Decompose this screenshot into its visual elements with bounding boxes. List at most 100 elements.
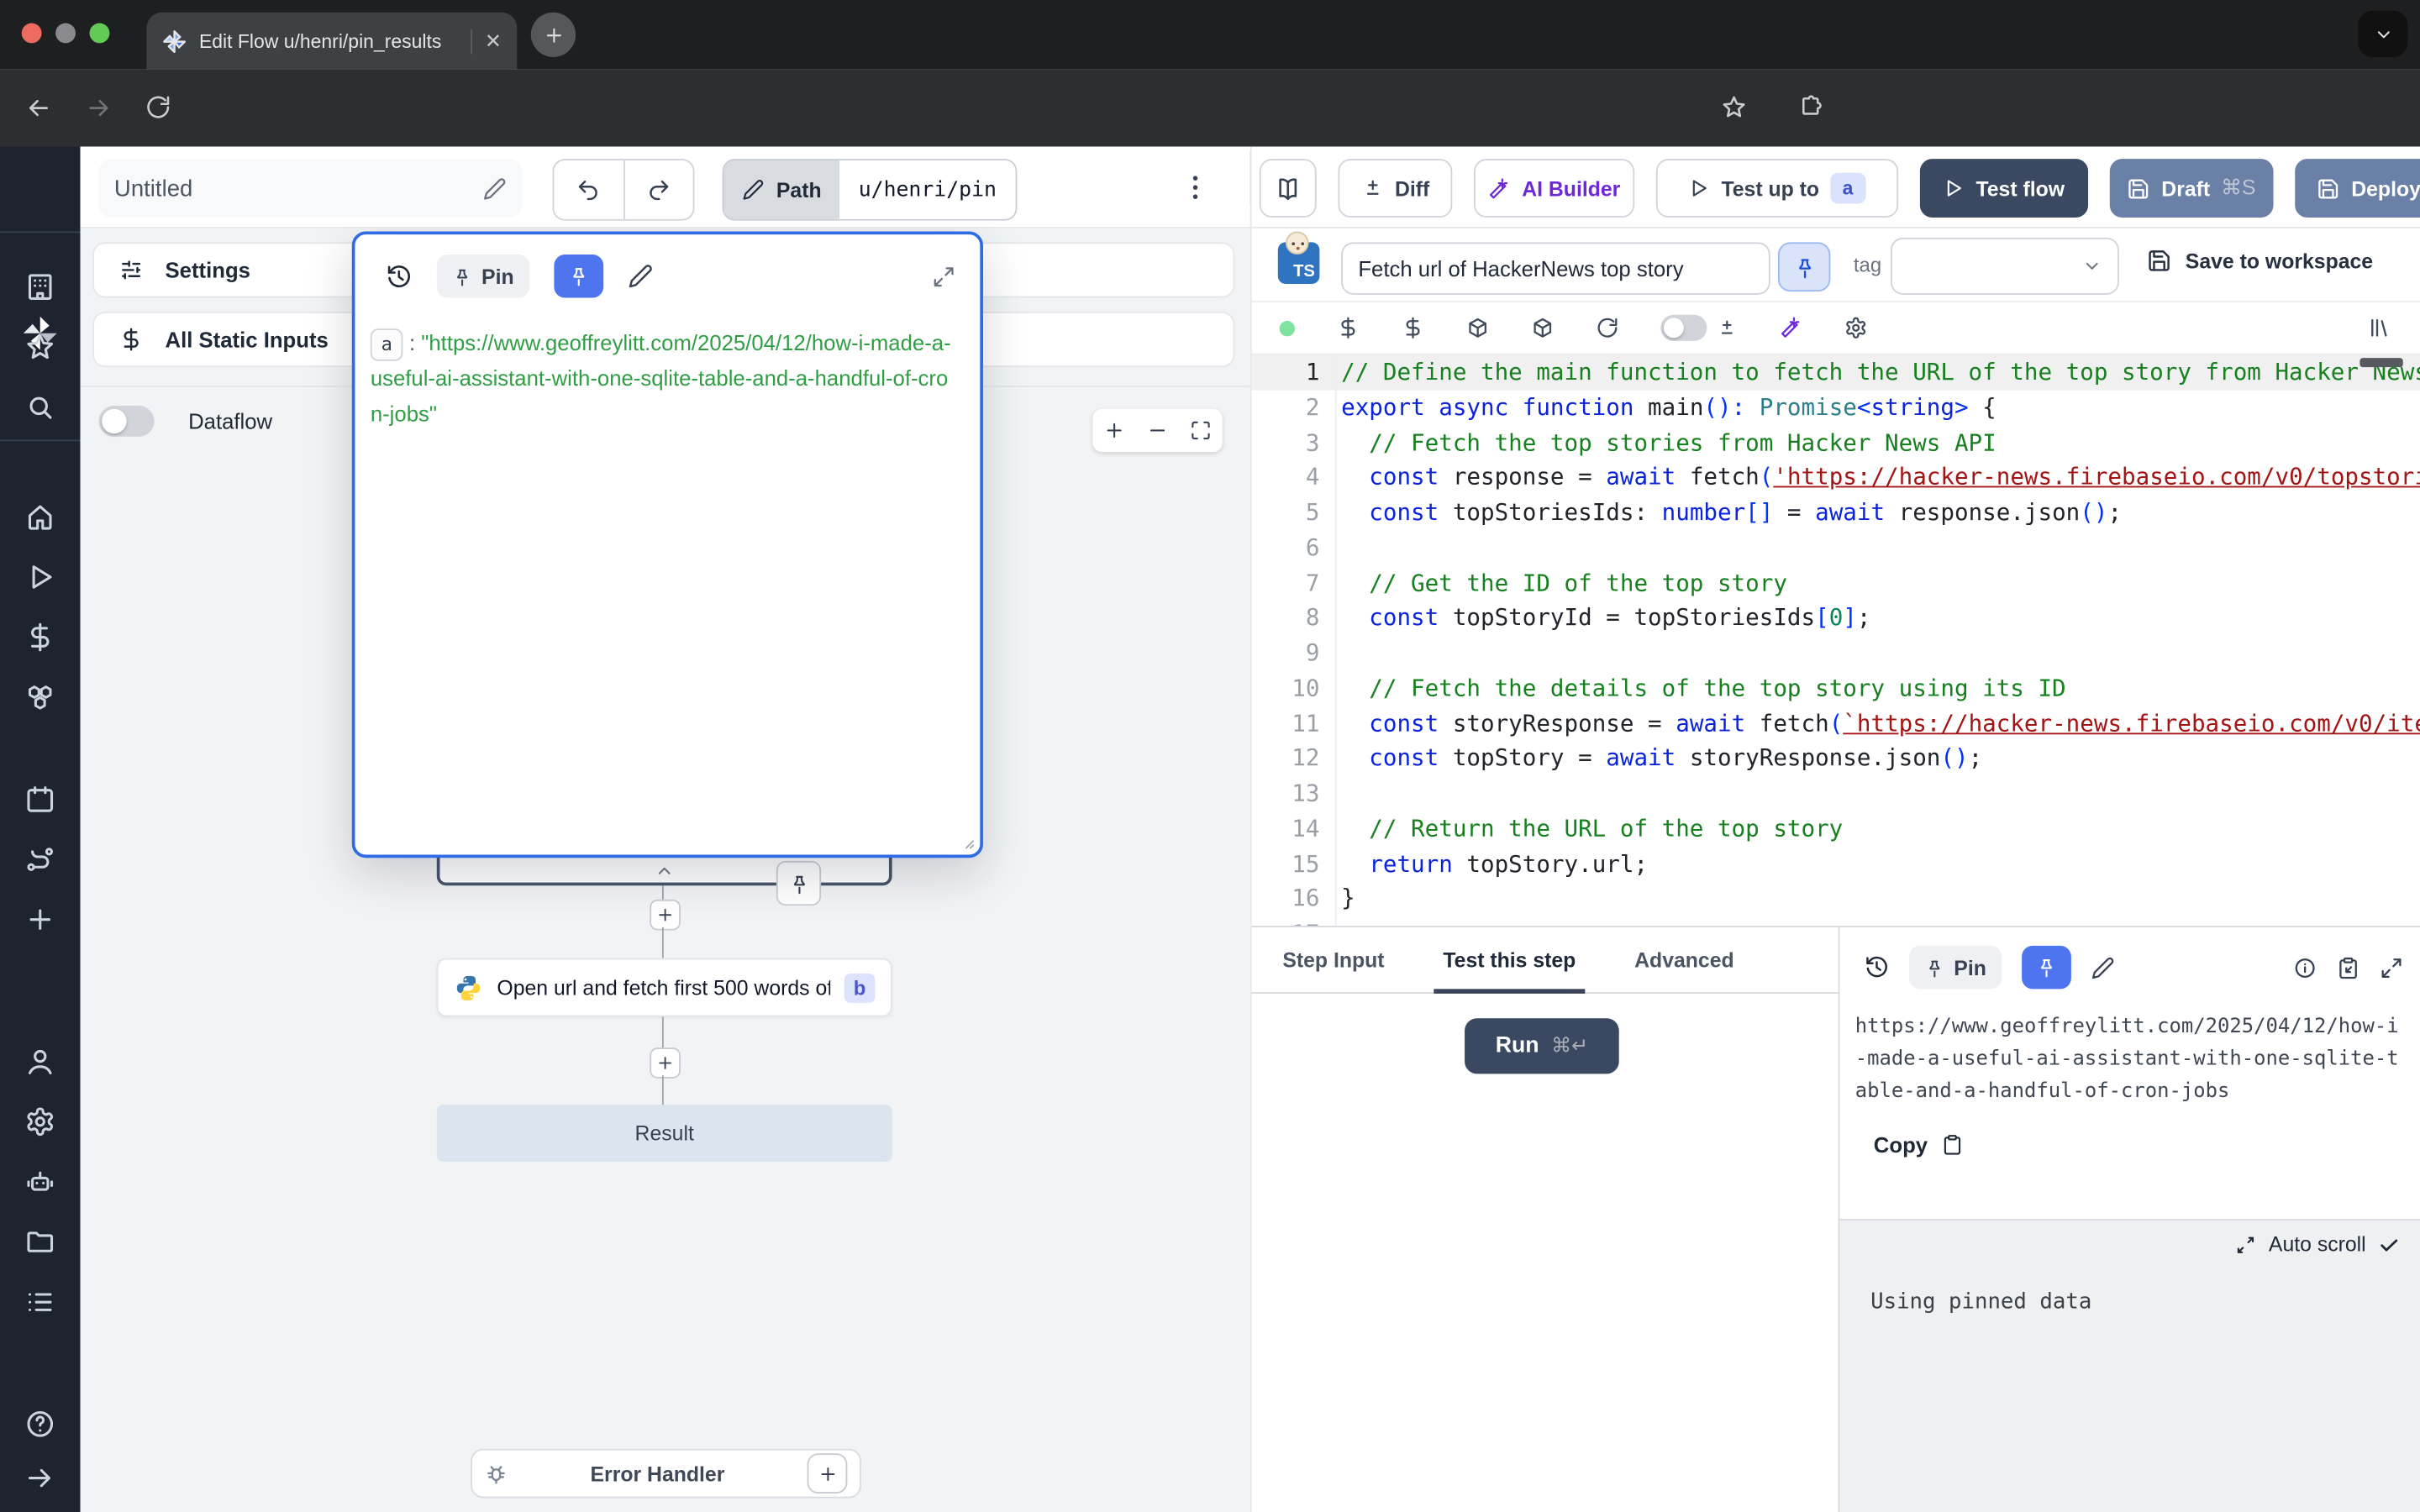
add-step-button[interactable] <box>650 900 681 931</box>
package-lock-icon[interactable] <box>1531 317 1555 340</box>
flow-title-field[interactable]: Untitled <box>99 159 522 218</box>
test-up-to-button[interactable]: Test up to a <box>1656 159 1898 218</box>
code-line-13[interactable]: 13 <box>1252 776 2420 811</box>
code-line-2[interactable]: 2export async function main(): Promise<s… <box>1252 390 2420 425</box>
result-pin-active[interactable] <box>2022 946 2071 989</box>
reload-button[interactable] <box>145 94 171 120</box>
resize-handle-icon[interactable] <box>959 833 976 850</box>
settings-icon[interactable] <box>24 1106 55 1137</box>
info-icon[interactable] <box>2293 956 2317 979</box>
code-line-10[interactable]: 10 // Fetch the details of the top story… <box>1252 671 2420 706</box>
tab-search-button[interactable] <box>2359 11 2408 57</box>
auto-scroll-icon[interactable] <box>2235 1233 2257 1255</box>
users-icon[interactable] <box>24 1046 55 1077</box>
library-panel-icon[interactable] <box>2368 317 2391 340</box>
search-icon[interactable] <box>24 392 55 423</box>
tab-advanced[interactable]: Advanced <box>1634 927 1734 992</box>
folders-icon[interactable] <box>24 1226 55 1257</box>
code-line-7[interactable]: 7 // Get the ID of the top story <box>1252 565 2420 601</box>
code-line-9[interactable]: 9 <box>1252 636 2420 671</box>
favorites-icon[interactable] <box>24 332 55 363</box>
runs-icon[interactable] <box>24 562 55 593</box>
browser-tab[interactable]: Edit Flow u/henri/pin_results ✕ <box>146 13 517 70</box>
code-line-3[interactable]: 3 // Fetch the top stories from Hacker N… <box>1252 425 2420 460</box>
code-scrollbar[interactable] <box>2360 358 2402 367</box>
code-line-6[interactable]: 6 <box>1252 530 2420 565</box>
code-line-17[interactable]: 17 <box>1252 916 2420 926</box>
diff-button[interactable]: Diff <box>1338 159 1452 218</box>
code-line-8[interactable]: 8 const topStoryId = topStoriesIds[0]; <box>1252 601 2420 636</box>
pin-toggle-button[interactable]: Pin <box>437 255 529 297</box>
expand-sidebar-icon[interactable] <box>24 1462 55 1494</box>
flow-node-b[interactable]: Open url and fetch first 500 words of ..… <box>437 958 892 1017</box>
tab-close-icon[interactable]: ✕ <box>485 29 502 53</box>
edit-pin-icon[interactable] <box>629 264 653 288</box>
expand-popup-icon[interactable] <box>932 265 955 288</box>
extensions-icon[interactable] <box>1798 94 1824 120</box>
fit-view-icon[interactable] <box>1190 420 1212 442</box>
code-editor[interactable]: 1// Define the main function to fetch th… <box>1252 354 2420 926</box>
undo-button[interactable] <box>554 160 624 219</box>
code-line-14[interactable]: 14 // Return the URL of the top story <box>1252 811 2420 847</box>
variables-icon[interactable] <box>1337 317 1360 340</box>
variables-icon[interactable] <box>24 622 55 653</box>
code-line-11[interactable]: 11 const storyResponse = await fetch(`ht… <box>1252 706 2420 741</box>
test-flow-button[interactable]: Test flow <box>1920 159 2088 218</box>
tab-test-this-step[interactable]: Test this step <box>1443 927 1576 992</box>
ai-assist-icon[interactable] <box>1780 317 1803 340</box>
workspaces-icon[interactable] <box>24 271 55 302</box>
save-to-workspace-button[interactable]: Save to workspace <box>2147 249 2373 273</box>
new-tab-button[interactable] <box>531 13 576 57</box>
code-line-5[interactable]: 5 const topStoriesIds: number[] = await … <box>1252 496 2420 531</box>
step-pin-button[interactable] <box>1778 242 1830 291</box>
copy-button[interactable]: Copy <box>1839 1108 2420 1158</box>
traffic-zoom-button[interactable] <box>90 24 110 44</box>
docs-button[interactable] <box>1260 159 1317 218</box>
deploy-button[interactable]: Deploy <box>2295 159 2420 218</box>
back-button[interactable] <box>24 94 52 122</box>
ai-builder-button[interactable]: AI Builder <box>1474 159 1634 218</box>
dataflow-toggle[interactable] <box>99 406 155 437</box>
zoom-out-icon[interactable] <box>1147 420 1169 442</box>
history-icon[interactable] <box>1865 955 1889 979</box>
traffic-close-button[interactable] <box>22 24 42 44</box>
code-line-1[interactable]: 1// Define the main function to fetch th… <box>1252 354 2420 390</box>
draft-button[interactable]: Draft ⌘S <box>2110 159 2274 218</box>
diff-mode-toggle[interactable] <box>1660 315 1707 341</box>
edit-title-icon[interactable] <box>483 176 507 200</box>
edit-pin-icon[interactable] <box>2091 956 2115 979</box>
reset-icon[interactable] <box>1596 317 1619 340</box>
code-line-16[interactable]: 16} <box>1252 881 2420 916</box>
history-icon[interactable] <box>386 263 412 289</box>
run-button[interactable]: Run ⌘↵ <box>1465 1018 1619 1074</box>
bookmark-star-icon[interactable] <box>1721 94 1747 120</box>
flow-more-menu[interactable] <box>1193 166 1198 207</box>
code-line-4[interactable]: 4 const response = await fetch('https://… <box>1252 460 2420 496</box>
contextual-variables-icon[interactable] <box>1402 317 1425 340</box>
add-error-handler-button[interactable] <box>808 1453 848 1494</box>
pin-active-button[interactable] <box>554 255 603 297</box>
tag-select[interactable] <box>1891 238 2119 295</box>
schedules-icon[interactable] <box>24 784 55 815</box>
home-icon[interactable] <box>24 501 55 533</box>
result-value[interactable]: https://www.geoffreylitt.com/2025/04/12/… <box>1839 989 2420 1107</box>
collapse-chevron-up-icon[interactable] <box>655 860 675 880</box>
traffic-minimize-button[interactable] <box>55 24 76 44</box>
result-pin-toggle[interactable]: Pin <box>1909 946 2002 989</box>
audit-logs-icon[interactable] <box>24 1287 55 1318</box>
forward-button[interactable] <box>85 94 113 122</box>
zoom-in-icon[interactable] <box>1103 420 1125 442</box>
tab-step-input[interactable]: Step Input <box>1282 927 1384 992</box>
workers-icon[interactable] <box>24 1167 55 1198</box>
copy-result-icon[interactable] <box>2337 956 2360 979</box>
path-control[interactable]: Path u/henri/pin <box>723 159 1017 220</box>
create-icon[interactable] <box>24 904 55 935</box>
node-pin-badge[interactable] <box>776 861 821 906</box>
package-icon[interactable] <box>1466 317 1490 340</box>
resources-icon[interactable] <box>24 682 55 713</box>
error-handler-node[interactable]: Error Handler <box>471 1449 861 1499</box>
check-icon[interactable] <box>2378 1233 2400 1255</box>
redo-button[interactable] <box>624 160 693 219</box>
editor-settings-icon[interactable] <box>1844 317 1868 340</box>
flow-node-result[interactable]: Result <box>437 1105 892 1162</box>
